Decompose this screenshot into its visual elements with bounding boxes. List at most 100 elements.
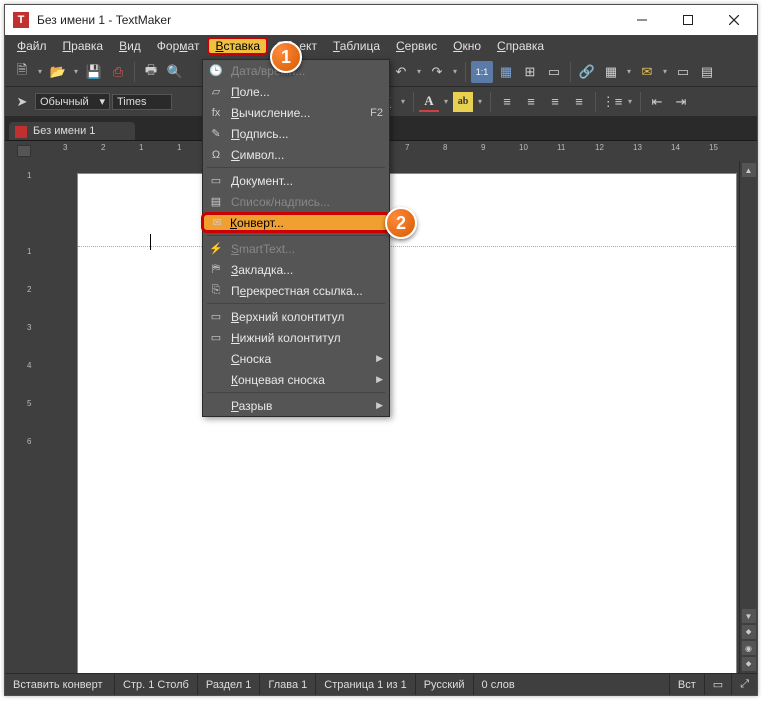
align-left-icon[interactable]: ≡	[496, 91, 518, 113]
status-view-icon[interactable]: ▭	[705, 674, 732, 695]
envelope-icon[interactable]: ✉	[636, 61, 658, 83]
menu-item-label: Концевая сноска	[231, 373, 325, 387]
status-hint: Вставить конверт	[5, 674, 115, 695]
form-icon[interactable]: ▭	[543, 61, 565, 83]
menu-item-сноска[interactable]: Сноска▶	[203, 348, 389, 369]
print-preview-icon[interactable]: 🔍	[164, 61, 186, 83]
object-icon[interactable]: ▭	[672, 61, 694, 83]
ruler-tick: 2	[101, 143, 105, 152]
ruler-corner[interactable]	[5, 141, 43, 161]
status-insert-mode[interactable]: Вст	[670, 674, 705, 695]
save-icon[interactable]: 💾	[83, 61, 105, 83]
ruler-tick-v: 2	[27, 285, 31, 294]
status-page[interactable]: Страница 1 из 1	[316, 674, 415, 695]
annotation-marker-2: 2	[385, 207, 417, 239]
menu-item-нижний-колонтитул[interactable]: ▭Нижний колонтитул	[203, 327, 389, 348]
nav-target-icon[interactable]: ◉	[742, 641, 756, 655]
status-expand-icon[interactable]: ⤢	[732, 674, 757, 695]
align-center-icon[interactable]: ≡	[520, 91, 542, 113]
bullet-list-icon[interactable]: ⋮≡	[601, 91, 623, 113]
menu-item-label: Конверт...	[230, 216, 284, 230]
redo-icon[interactable]: ↷	[426, 61, 448, 83]
increase-indent-icon[interactable]: ⇥	[670, 91, 692, 113]
menu-окно[interactable]: Окно	[445, 37, 489, 55]
maximize-button[interactable]	[665, 5, 711, 35]
next-page-icon[interactable]: ⬥	[742, 657, 756, 671]
pointer-icon[interactable]: ➤	[11, 91, 33, 113]
minimize-button[interactable]	[619, 5, 665, 35]
open-file-icon[interactable]: 📂	[47, 61, 69, 83]
horizontal-ruler[interactable]: 321123456789101112131415	[43, 141, 757, 161]
menu-item-закладка[interactable]: ⛿Закладка...	[203, 259, 389, 280]
menu-item-разрыв[interactable]: Разрыв▶	[203, 395, 389, 416]
menu-item-icon: 🕒	[209, 64, 223, 78]
menu-item-icon: ⚡	[209, 242, 223, 256]
more-icon[interactable]: ▤	[696, 61, 718, 83]
menu-item-верхний-колонтитул[interactable]: ▭Верхний колонтитул	[203, 306, 389, 327]
menu-item-icon: ▱	[209, 85, 223, 99]
status-wordcount[interactable]: 0 слов	[474, 674, 670, 695]
menu-item-конверт[interactable]: ✉Конверт...	[201, 212, 391, 233]
scroll-up-icon[interactable]: ▲	[742, 163, 756, 177]
menu-таблица[interactable]: Таблица	[325, 37, 388, 55]
align-justify-icon[interactable]: ≡	[568, 91, 590, 113]
status-chapter[interactable]: Глава 1	[260, 674, 316, 695]
ruler-tick: 11	[557, 143, 565, 152]
ruler-tick: 9	[481, 143, 485, 152]
link-icon[interactable]: 🔗	[576, 61, 598, 83]
new-file-icon[interactable]: 🗎	[11, 61, 33, 83]
style-selector[interactable]: Обычный▾	[35, 93, 110, 110]
menu-item-label: Верхний колонтитул	[231, 310, 344, 324]
menu-item-label: Список/надпись...	[231, 195, 330, 209]
menu-item-концевая-сноска[interactable]: Концевая сноска▶	[203, 369, 389, 390]
menu-item-label: Документ...	[231, 174, 293, 188]
page-view-icon[interactable]: 1:1	[471, 61, 493, 83]
menu-item-icon: ⎘	[209, 284, 223, 298]
highlight-button[interactable]: ab	[453, 92, 473, 112]
status-position[interactable]: Стр. 1 Столб	[115, 674, 198, 695]
document-tab[interactable]: Без имени 1	[9, 122, 135, 140]
close-button[interactable]	[711, 5, 757, 35]
align-right-icon[interactable]: ≡	[544, 91, 566, 113]
table-icon[interactable]: ▦	[600, 61, 622, 83]
font-color-button[interactable]: A	[419, 92, 439, 112]
menu-item-поле[interactable]: ▱Поле...	[203, 81, 389, 102]
font-selector[interactable]: Times	[112, 94, 172, 110]
pdf-icon[interactable]: ⎙	[107, 61, 129, 83]
ruler-tick-v: 5	[27, 399, 31, 408]
menu-сервис[interactable]: Сервис	[388, 37, 445, 55]
prev-page-icon[interactable]: ⬥	[742, 625, 756, 639]
menu-формат[interactable]: Формат	[149, 37, 208, 55]
menu-справка[interactable]: Справка	[489, 37, 552, 55]
menu-item-shortcut: F2	[370, 107, 383, 119]
menu-separator	[207, 167, 385, 168]
document-canvas[interactable]	[43, 161, 739, 673]
menu-вставка[interactable]: Вставка	[207, 37, 268, 55]
undo-icon[interactable]: ↶	[390, 61, 412, 83]
print-icon[interactable]: 🖶	[140, 61, 162, 83]
menu-item-документ[interactable]: ▭Документ...	[203, 170, 389, 191]
decrease-indent-icon[interactable]: ⇤	[646, 91, 668, 113]
menu-separator	[207, 392, 385, 393]
menu-item-label: Перекрестная ссылка...	[231, 284, 363, 298]
status-section[interactable]: Раздел 1	[198, 674, 261, 695]
ruler-tick: 14	[671, 143, 680, 152]
app-icon: T	[13, 12, 29, 28]
menu-item-перекрестная-ссылка[interactable]: ⎘ Перекрестная ссылка...	[203, 280, 389, 301]
menu-item-label: Разрыв	[231, 399, 272, 413]
menu-файл[interactable]: Файл	[9, 37, 55, 55]
grid-icon[interactable]: ⊞	[519, 61, 541, 83]
menu-item-подпись[interactable]: ✎Подпись...	[203, 123, 389, 144]
menu-вид[interactable]: Вид	[111, 37, 149, 55]
menu-item-label: Подпись...	[231, 127, 289, 141]
vertical-scrollbar[interactable]: ▲ ▼ ⬥ ◉ ⬥	[739, 161, 757, 673]
vertical-ruler[interactable]: 1123456	[5, 161, 43, 673]
scroll-down-icon[interactable]: ▼	[742, 609, 756, 623]
status-language[interactable]: Русский	[416, 674, 474, 695]
annotation-marker-1: 1	[270, 41, 302, 73]
document-page[interactable]	[77, 173, 737, 673]
menu-правка[interactable]: Правка	[55, 37, 112, 55]
layout-icon[interactable]: ▦	[495, 61, 517, 83]
menu-item-вычисление[interactable]: fxВычисление...F2	[203, 102, 389, 123]
menu-item-символ[interactable]: ΩСимвол...	[203, 144, 389, 165]
